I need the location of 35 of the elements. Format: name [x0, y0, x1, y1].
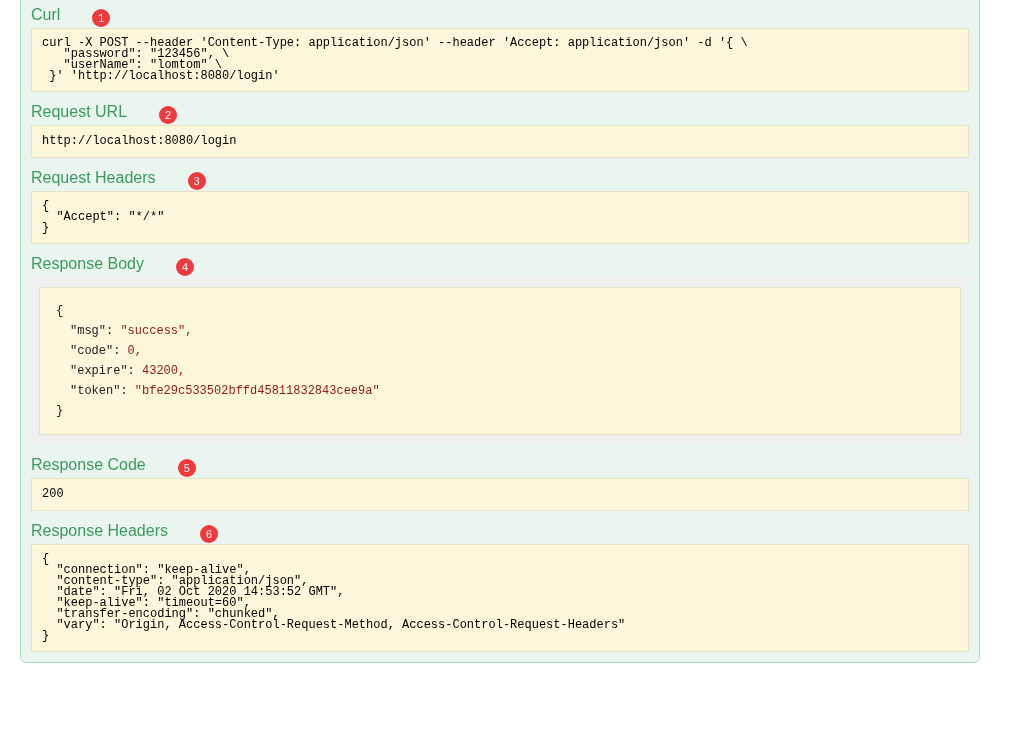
code-line: } — [42, 631, 51, 642]
section-heading: Response Code — [31, 455, 146, 475]
code-line: { — [42, 554, 51, 565]
code-line: "connection": "keep-alive", — [55, 565, 251, 576]
annotation-badge: 3 — [187, 172, 206, 190]
section-heading: Request Headers — [31, 168, 156, 188]
code-line: curl -X POST --header 'Content-Type: application/json' --header 'Accept: application/json' -d '{ \ — [42, 38, 749, 49]
section-heading: Curl — [31, 5, 61, 25]
code-line: "msg": "success", — [69, 323, 194, 340]
section-heading: Request URL — [31, 102, 128, 122]
code-line: { — [42, 201, 51, 212]
code-line: "transfer-encoding": "chunked", — [55, 609, 280, 620]
code-line: }' 'http://localhost:8080/login' — [48, 71, 281, 82]
annotation-badge: 2 — [159, 106, 178, 124]
code-line: } — [42, 223, 51, 234]
section-heading: Response Headers — [31, 521, 168, 541]
annotation-badge: 4 — [175, 258, 194, 276]
annotation-badge: 1 — [92, 9, 111, 27]
code-line: "content-type": "application/json", — [55, 576, 309, 587]
section-heading: Response Body — [31, 254, 144, 274]
code-line: "keep-alive": "timeout=60", — [55, 598, 251, 609]
code-line: } — [56, 403, 65, 420]
code-line: http://localhost:8080/login — [42, 136, 238, 147]
code-line: "password": "123456", \ — [62, 49, 230, 60]
code-line: "expire": 43200, — [69, 363, 187, 380]
code-line: "userName": "lomtom" \ — [62, 60, 223, 71]
annotation-badge: 6 — [199, 525, 218, 543]
code-line: "date": "Fri, 02 Oct 2020 14:53:52 GMT", — [55, 587, 346, 598]
code-line: { — [56, 303, 65, 320]
code-line: "code": 0, — [69, 343, 143, 360]
code-line: "token": "bfe29c533502bffd45811832843cee9a" — [69, 383, 381, 400]
code-line: 200 — [42, 489, 65, 500]
code-line: "vary": "Origin, Access-Control-Request-Method, Access-Control-Request-Headers" — [55, 620, 627, 631]
annotation-badge: 5 — [177, 459, 196, 477]
code-line: "Accept": "*/*" — [55, 212, 166, 223]
